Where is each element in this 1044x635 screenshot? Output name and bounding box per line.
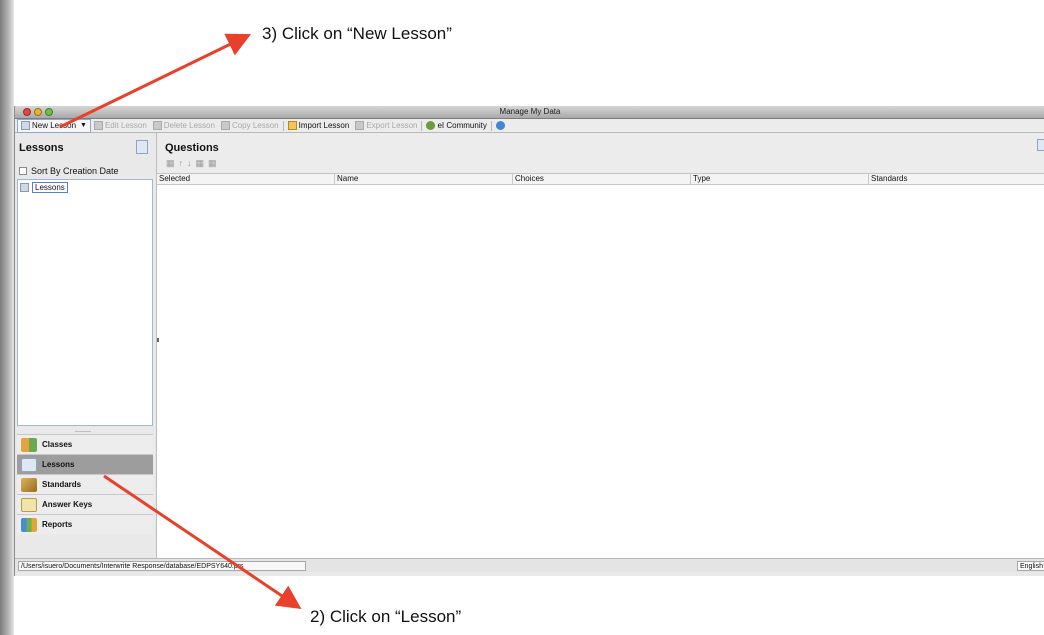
annotation-arrows [59, 33, 302, 610]
tutorial-screenshot: 3) Click on “New Lesson” 2) Click on “Le… [0, 0, 1044, 635]
arrow-to-new-lesson [59, 33, 252, 129]
arrow-from-lessons [103, 474, 302, 610]
